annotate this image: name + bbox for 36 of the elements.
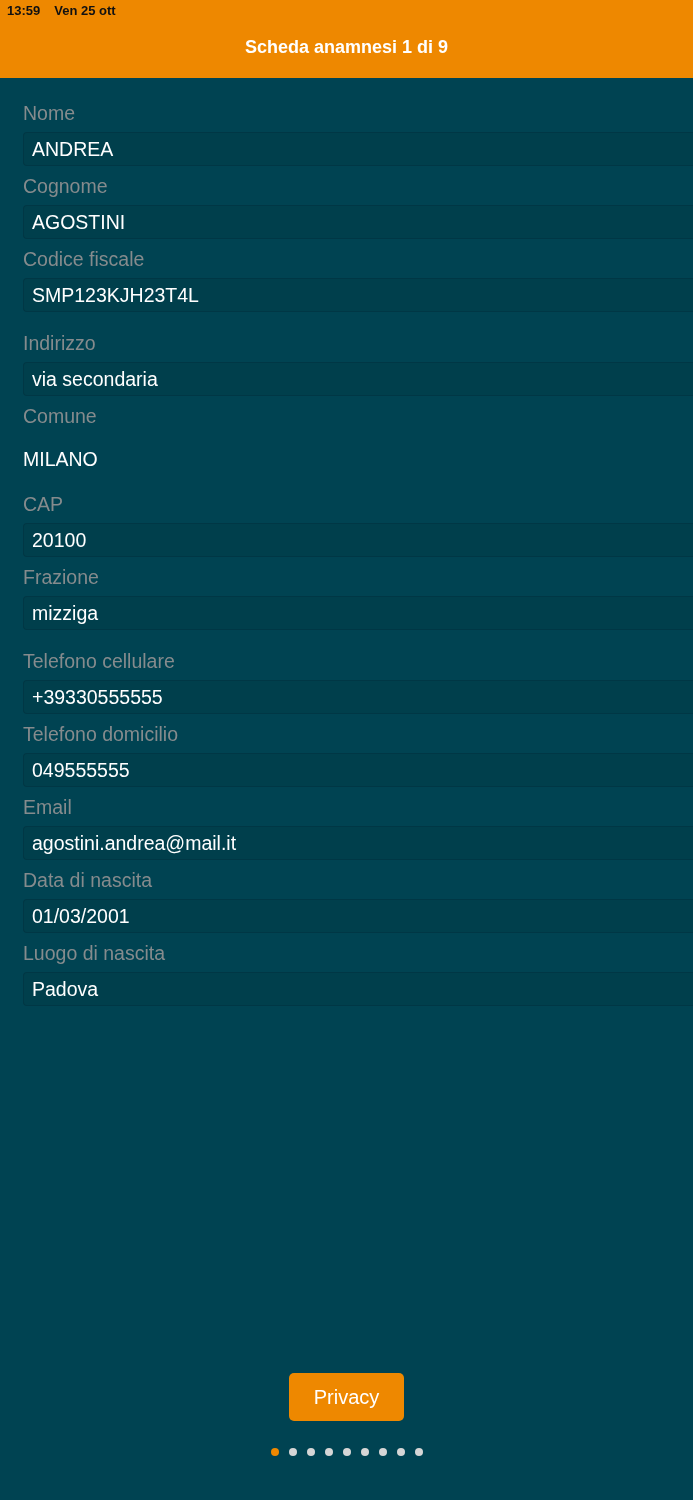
field-label: Codice fiscale xyxy=(23,247,145,272)
status-time: 13:59 xyxy=(7,2,41,21)
field-label: Data di nascita xyxy=(23,868,152,893)
page-dot-icon[interactable] xyxy=(288,1448,297,1456)
page-dot-icon[interactable] xyxy=(378,1448,387,1456)
page-dot-icon[interactable] xyxy=(270,1448,279,1456)
field-label: Comune xyxy=(23,404,97,429)
text-field[interactable]: agostini.andrea@mail.it xyxy=(23,826,693,860)
field-label: Frazione xyxy=(23,565,99,590)
text-field[interactable]: 01/03/2001 xyxy=(23,899,693,933)
text-field[interactable]: SMP123KJH23T4L xyxy=(23,278,693,312)
page-dot-icon[interactable] xyxy=(396,1448,405,1456)
field-label: Indirizzo xyxy=(23,331,96,356)
page-dot-icon[interactable] xyxy=(324,1448,333,1456)
page-title: Scheda anamnesi 1 di 9 xyxy=(244,35,449,59)
text-field[interactable]: 049555555 xyxy=(23,753,693,787)
status-date: Ven 25 ott xyxy=(54,2,116,21)
text-field[interactable]: Padova xyxy=(23,972,693,1006)
text-field[interactable]: 20100 xyxy=(23,523,693,557)
text-field[interactable]: AGOSTINI xyxy=(23,205,693,239)
field-label: Cognome xyxy=(23,174,108,199)
text-field[interactable]: +39330555555 xyxy=(23,680,693,714)
page-dot-icon[interactable] xyxy=(414,1448,423,1456)
page-dot-icon[interactable] xyxy=(360,1448,369,1456)
field-label: CAP xyxy=(23,492,64,517)
text-field[interactable]: ANDREA xyxy=(23,132,693,166)
field-label: Email xyxy=(23,795,72,820)
field-label: Luogo di nascita xyxy=(23,941,166,966)
field-label: Nome xyxy=(23,101,76,126)
page-dot-icon[interactable] xyxy=(306,1448,315,1456)
text-field[interactable]: via secondaria xyxy=(23,362,693,396)
field-value[interactable]: MILANO xyxy=(23,435,98,484)
page-dot-icon[interactable] xyxy=(342,1448,351,1456)
text-field[interactable]: mizziga xyxy=(23,596,693,630)
field-label: Telefono domicilio xyxy=(23,722,178,747)
field-label: Telefono cellulare xyxy=(23,649,175,674)
